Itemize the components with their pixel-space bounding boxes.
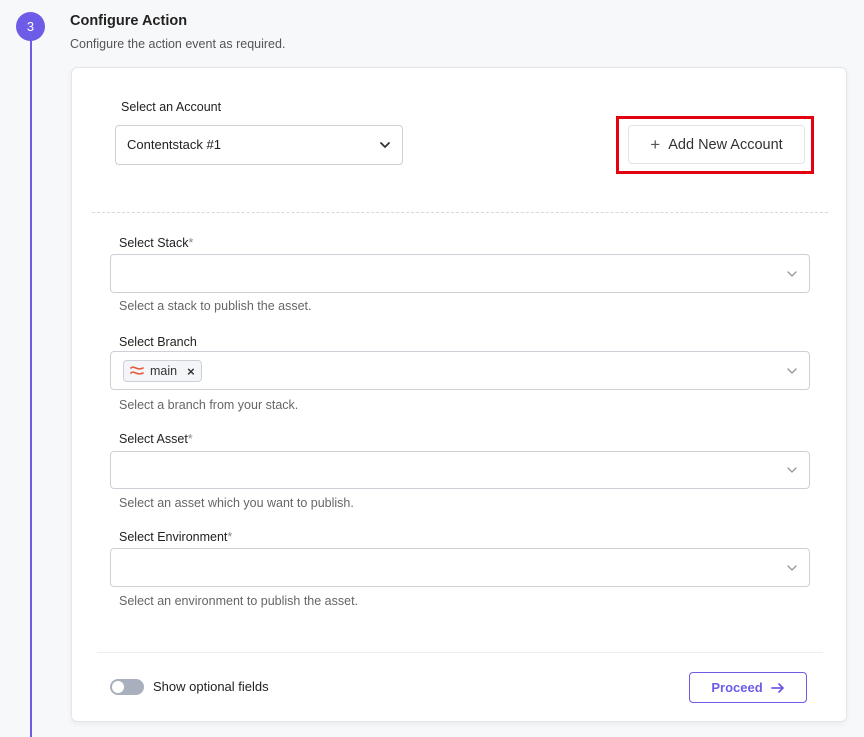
branch-icon: [130, 366, 144, 375]
optional-fields-toggle[interactable]: [110, 679, 144, 695]
stack-label: Select Stack*: [119, 236, 194, 250]
footer-divider: [97, 652, 823, 653]
required-marker: *: [187, 432, 193, 446]
branch-tag-label: main: [150, 364, 178, 378]
account-label: Select an Account: [121, 100, 222, 114]
add-new-account-button[interactable]: + Add New Account: [628, 125, 805, 164]
configure-action-card: Select an Account Contentstack #1 + Add …: [71, 67, 847, 722]
section-divider: [92, 212, 828, 213]
step-number-badge: 3: [16, 12, 45, 41]
asset-hint: Select an asset which you want to publis…: [119, 496, 354, 510]
arrow-right-icon: [770, 682, 784, 693]
required-marker: *: [227, 530, 233, 544]
branch-tag: main ×: [123, 360, 202, 382]
chevron-down-icon: [787, 270, 797, 277]
step-timeline-line: [30, 38, 32, 737]
account-select-value: Contentstack #1: [127, 137, 221, 152]
environment-select[interactable]: [110, 548, 810, 587]
stack-hint: Select a stack to publish the asset.: [119, 299, 312, 313]
branch-hint: Select a branch from your stack.: [119, 398, 299, 412]
plus-icon: +: [650, 135, 661, 154]
chevron-down-icon: [787, 367, 797, 374]
proceed-label: Proceed: [711, 680, 763, 695]
remove-tag-icon[interactable]: ×: [187, 364, 195, 379]
environment-hint: Select an environment to publish the ass…: [119, 594, 359, 608]
stack-select[interactable]: [110, 254, 810, 293]
environment-label: Select Environment*: [119, 530, 233, 544]
proceed-button[interactable]: Proceed: [689, 672, 807, 703]
add-new-account-label: Add New Account: [668, 136, 783, 153]
step-subtitle: Configure the action event as required.: [70, 37, 286, 51]
chevron-down-icon: [787, 467, 797, 473]
toggle-knob: [112, 681, 124, 693]
asset-label: Select Asset*: [119, 432, 193, 446]
optional-fields-label: Show optional fields: [153, 679, 269, 694]
branch-label: Select Branch: [119, 335, 197, 349]
required-marker: *: [188, 236, 194, 250]
branch-select[interactable]: main ×: [110, 351, 810, 390]
account-select[interactable]: Contentstack #1: [115, 125, 403, 165]
step-title: Configure Action: [70, 13, 188, 29]
chevron-down-icon: [380, 142, 390, 148]
chevron-down-icon: [787, 564, 797, 571]
asset-select[interactable]: [110, 451, 810, 489]
